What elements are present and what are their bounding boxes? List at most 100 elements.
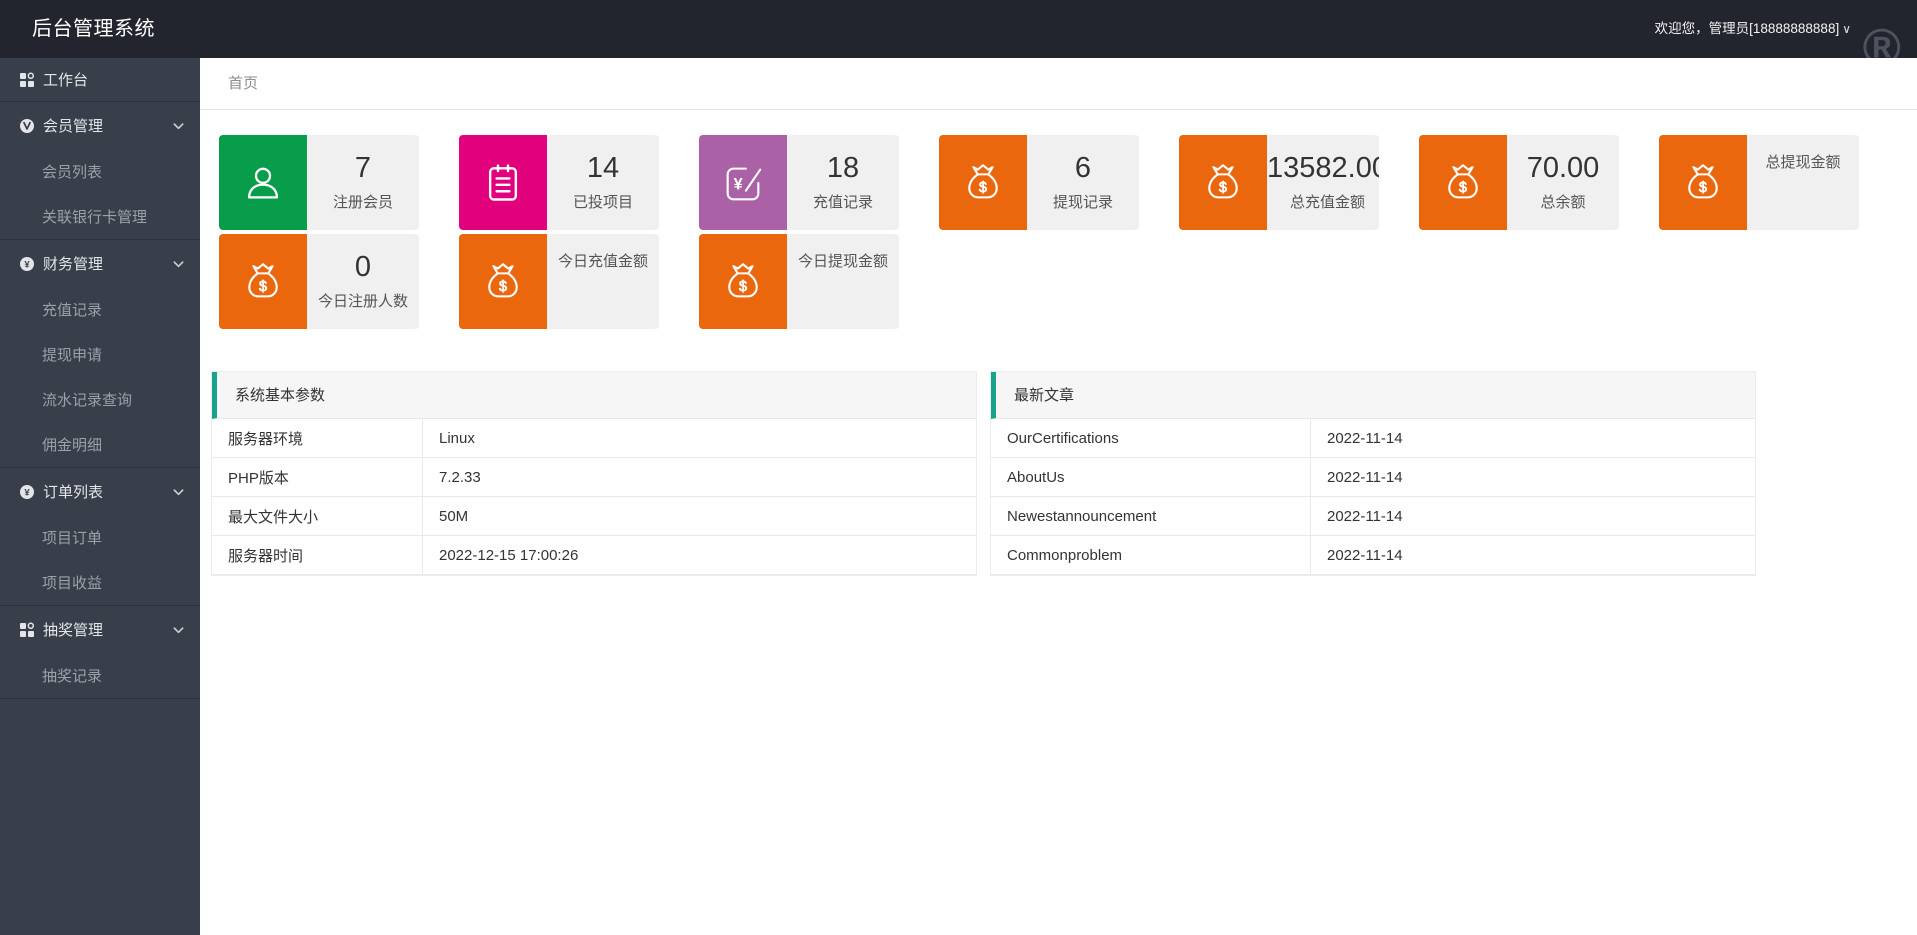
sidebar-item-commission-detail[interactable]: 佣金明细 <box>0 422 200 467</box>
stat-card-总提现金额[interactable]: $总提现金额 <box>1659 135 1859 230</box>
moneybag-icon: $ <box>219 234 307 329</box>
sidebar-item-label: 财务管理 <box>43 253 103 274</box>
stat-card-column: $总提现金额 <box>1659 135 1859 329</box>
row-label: 服务器时间 <box>212 536 423 574</box>
table-row: Newestannouncement2022-11-14 <box>991 497 1755 536</box>
svg-text:$: $ <box>1459 180 1467 196</box>
sidebar-item-member-mgmt[interactable]: 会员管理 <box>0 101 200 149</box>
sidebar-item-project-income[interactable]: 项目收益 <box>0 560 200 605</box>
svg-text:$: $ <box>1219 180 1227 196</box>
stat-value: 70.00 <box>1527 148 1600 188</box>
sidebar-menu: 工作台会员管理会员列表关联银行卡管理 ¥ 财务管理充值记录提现申请流水记录查询佣金明… <box>0 58 200 935</box>
stat-label: 注册会员 <box>333 190 393 215</box>
stat-card-text: 今日提现金额 <box>787 234 899 329</box>
app-title: 后台管理系统 <box>32 0 155 58</box>
finance-icon: ¥ <box>18 255 35 272</box>
sidebar-item-recharge-records[interactable]: 充值记录 <box>0 287 200 332</box>
table-row: 服务器环境Linux <box>212 419 976 458</box>
sidebar-item-label: 佣金明细 <box>42 434 102 455</box>
chevron-down-icon: ∨ <box>1842 22 1851 36</box>
row-value: 2022-12-15 17:00:26 <box>423 536 976 574</box>
row-label[interactable]: Commonproblem <box>991 536 1311 574</box>
svg-text:$: $ <box>979 180 987 196</box>
stat-label: 今日提现金额 <box>798 249 888 274</box>
stat-card-总充值金额[interactable]: $13582.00总充值金额 <box>1179 135 1379 230</box>
row-label: PHP版本 <box>212 458 423 496</box>
stat-card-text: 0今日注册人数 <box>307 234 419 329</box>
stat-label: 提现记录 <box>1053 190 1113 215</box>
table-row: Commonproblem2022-11-14 <box>991 536 1755 575</box>
stat-card-column: 7注册会员$0今日注册人数 <box>219 135 419 329</box>
sidebar-item-withdraw-apply[interactable]: 提现申请 <box>0 332 200 377</box>
info-panels: 系统基本参数服务器环境LinuxPHP版本7.2.33最大文件大小50M服务器时… <box>211 371 1917 576</box>
panel-title: 最新文章 <box>991 372 1755 419</box>
row-label: 最大文件大小 <box>212 497 423 535</box>
sidebar-item-bank-card-mgmt[interactable]: 关联银行卡管理 <box>0 194 200 239</box>
sidebar-item-member-list[interactable]: 会员列表 <box>0 149 200 194</box>
stat-card-充值记录[interactable]: ¥18充值记录 <box>699 135 899 230</box>
chevron-down-icon <box>172 257 185 270</box>
moneybag-icon: $ <box>459 234 547 329</box>
panel-title: 系统基本参数 <box>212 372 976 419</box>
stat-value: 18 <box>827 148 859 188</box>
stat-value: 6 <box>1075 148 1091 188</box>
row-value: 50M <box>423 497 976 535</box>
stat-label: 今日注册人数 <box>318 289 408 314</box>
stat-card-今日提现金额[interactable]: $ 今日提现金额 <box>699 234 899 329</box>
grid-icon <box>18 71 35 88</box>
stat-value: 7 <box>355 148 371 188</box>
svg-text:¥: ¥ <box>24 259 30 270</box>
row-value: 2022-11-14 <box>1311 419 1755 457</box>
stat-label: 今日充值金额 <box>558 249 648 274</box>
table-row: PHP版本7.2.33 <box>212 458 976 497</box>
stat-card-注册会员[interactable]: 7注册会员 <box>219 135 419 230</box>
sidebar-item-project-orders[interactable]: 项目订单 <box>0 515 200 560</box>
moneybag-icon: $ <box>699 234 787 329</box>
stat-card-今日注册人数[interactable]: $0今日注册人数 <box>219 234 419 329</box>
registered-trademark-logo-icon: ® <box>1863 22 1901 58</box>
stat-label: 总提现金额 <box>1765 150 1840 175</box>
sidebar-divider <box>0 698 200 699</box>
stat-card-column: $13582.00总充值金额 <box>1179 135 1379 329</box>
row-value: 2022-11-14 <box>1311 536 1755 574</box>
svg-text:$: $ <box>259 279 267 295</box>
sidebar-item-lottery-records[interactable]: 抽奖记录 <box>0 653 200 698</box>
stat-card-提现记录[interactable]: $6提现记录 <box>939 135 1139 230</box>
stat-value: 14 <box>587 148 619 188</box>
stat-card-text: 13582.00总充值金额 <box>1267 135 1379 230</box>
sidebar-item-workbench[interactable]: 工作台 <box>0 58 200 101</box>
row-label[interactable]: AboutUs <box>991 458 1311 496</box>
sidebar-item-label: 项目订单 <box>42 527 102 548</box>
row-value: 7.2.33 <box>423 458 976 496</box>
sidebar-item-lottery-mgmt[interactable]: 抽奖管理 <box>0 605 200 653</box>
welcome-text: 欢迎您，管理员[18888888888] <box>1655 21 1840 36</box>
stat-card-总余额[interactable]: $70.00总余额 <box>1419 135 1619 230</box>
stat-card-今日充值金额[interactable]: $ 今日充值金额 <box>459 234 659 329</box>
moneybag-icon: $ <box>1419 135 1507 230</box>
sidebar-item-label: 项目收益 <box>42 572 102 593</box>
sidebar-item-flow-record-query[interactable]: 流水记录查询 <box>0 377 200 422</box>
stat-card-column: ¥18充值记录$ 今日提现金额 <box>699 135 899 329</box>
stat-label: 总充值金额 <box>1290 190 1365 215</box>
stat-card-text: 18充值记录 <box>787 135 899 230</box>
row-value: 2022-11-14 <box>1311 458 1755 496</box>
table-row: OurCertifications2022-11-14 <box>991 419 1755 458</box>
row-label: 服务器环境 <box>212 419 423 457</box>
recharge-icon: ¥ <box>699 135 787 230</box>
svg-text:$: $ <box>499 279 507 295</box>
sidebar-item-finance-mgmt[interactable]: ¥ 财务管理 <box>0 239 200 287</box>
stat-value: 0 <box>355 247 371 287</box>
panel-system-params: 系统基本参数服务器环境LinuxPHP版本7.2.33最大文件大小50M服务器时… <box>211 371 977 576</box>
user-icon <box>219 135 307 230</box>
row-label[interactable]: OurCertifications <box>991 419 1311 457</box>
sidebar-item-order-list[interactable]: ¥订单列表 <box>0 467 200 515</box>
stat-card-text: 6提现记录 <box>1027 135 1139 230</box>
chevron-down-icon <box>172 119 185 132</box>
main-content: 首页 7注册会员$0今日注册人数14已投项目$今日充值金额¥18充值记录$今日提… <box>200 58 1917 935</box>
stat-card-已投项目[interactable]: 14已投项目 <box>459 135 659 230</box>
user-dropdown[interactable]: 欢迎您，管理员[18888888888]∨ <box>1655 0 1851 58</box>
breadcrumb-home-link[interactable]: 首页 <box>228 75 258 92</box>
stat-card-text: 14已投项目 <box>547 135 659 230</box>
stat-card-column: $6提现记录 <box>939 135 1139 329</box>
row-label[interactable]: Newestannouncement <box>991 497 1311 535</box>
